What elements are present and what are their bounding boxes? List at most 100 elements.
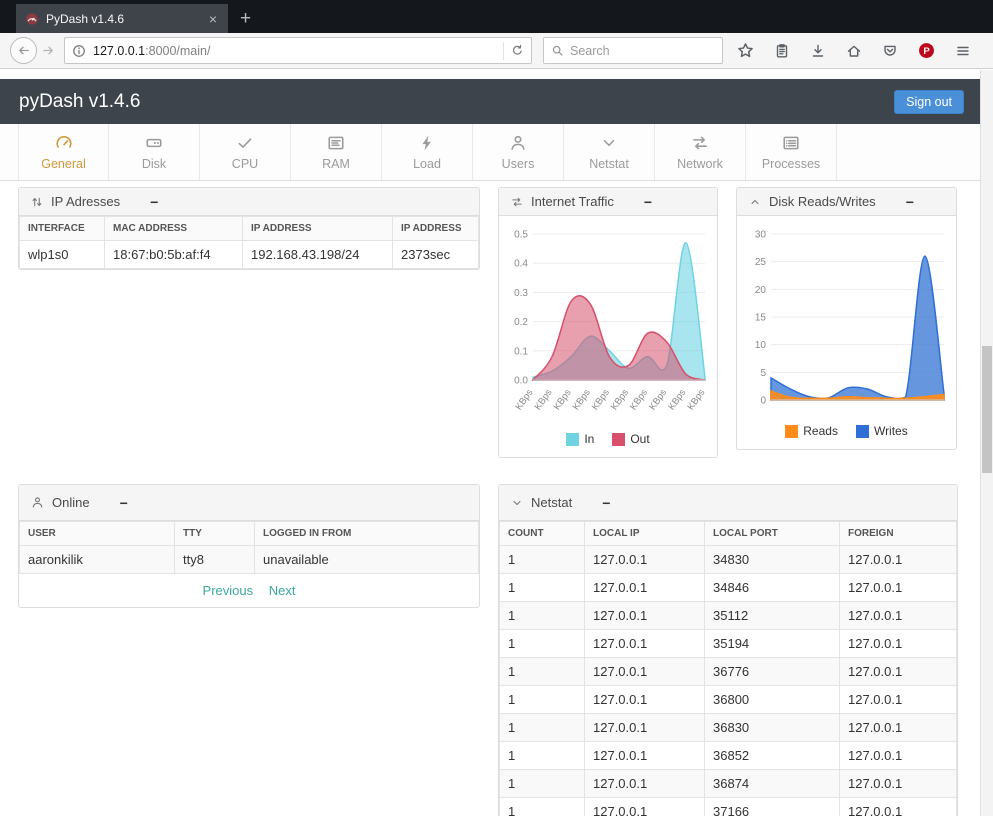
nav-item-network[interactable]: Network bbox=[655, 124, 746, 180]
site-info-icon[interactable] bbox=[72, 44, 86, 58]
legend-item: Reads bbox=[785, 424, 838, 438]
column-header: FOREIGN bbox=[840, 522, 957, 546]
table-cell: 1 bbox=[500, 686, 585, 714]
table-cell: aaronkilik bbox=[20, 546, 175, 574]
legend-swatch-writes bbox=[856, 425, 869, 438]
collapse-button[interactable]: − bbox=[644, 195, 652, 209]
table-cell: 1 bbox=[500, 630, 585, 658]
table-header-row: COUNTLOCAL IPLOCAL PORTFOREIGN bbox=[500, 522, 957, 546]
browser-actions: P bbox=[737, 42, 971, 59]
tab-title: PyDash v1.4.6 bbox=[46, 12, 207, 26]
home-icon[interactable] bbox=[846, 43, 862, 59]
url-bar[interactable]: 127.0.0.1 :8000/main/ bbox=[64, 37, 532, 64]
scrollbar-track[interactable] bbox=[980, 70, 993, 816]
legend-item: Out bbox=[612, 432, 649, 446]
column-header: USER bbox=[20, 522, 175, 546]
nav-item-label: RAM bbox=[322, 157, 350, 171]
next-link[interactable]: Next bbox=[269, 583, 296, 598]
bookmark-star-icon[interactable] bbox=[737, 42, 754, 59]
table-cell: 1 bbox=[500, 574, 585, 602]
table-cell: 127.0.0.1 bbox=[840, 742, 957, 770]
nav-item-ram[interactable]: RAM bbox=[291, 124, 382, 180]
table-cell: 1 bbox=[500, 742, 585, 770]
svg-text:0.5: 0.5 bbox=[514, 230, 528, 241]
menu-icon[interactable] bbox=[955, 43, 971, 59]
table-cell: 127.0.0.1 bbox=[840, 686, 957, 714]
table-header-row: INTERFACEMAC ADDRESSIP ADDRESSIP ADDRESS bbox=[20, 217, 479, 241]
table-cell: 1 bbox=[500, 770, 585, 798]
page-viewport: pyDash v1.4.6 Sign out General Disk CPU … bbox=[0, 70, 980, 816]
svg-text:KBps: KBps bbox=[552, 387, 574, 412]
legend-swatch-in bbox=[566, 433, 579, 446]
nav-item-users[interactable]: Users bbox=[473, 124, 564, 180]
pagination: Previous Next bbox=[19, 574, 479, 607]
reload-icon[interactable] bbox=[503, 42, 524, 60]
nav-item-cpu[interactable]: CPU bbox=[200, 124, 291, 180]
table-cell: 127.0.0.1 bbox=[585, 546, 705, 574]
collapse-button[interactable]: − bbox=[906, 195, 914, 209]
nav-item-processes[interactable]: Processes bbox=[746, 124, 837, 180]
back-button[interactable] bbox=[10, 37, 37, 64]
nav-item-label: Processes bbox=[762, 157, 820, 171]
table-row: 1127.0.0.136776127.0.0.1 bbox=[500, 658, 957, 686]
sort-arrows-icon bbox=[31, 196, 43, 208]
table-cell: 127.0.0.1 bbox=[585, 686, 705, 714]
browser-window: PyDash v1.4.6 × + 127.0.0.1 :8000/main/ bbox=[0, 0, 993, 69]
nav-item-load[interactable]: Load bbox=[382, 124, 473, 180]
disk-chart: 051015202530 bbox=[745, 224, 950, 414]
netstat-panel: Netstat − COUNTLOCAL IPLOCAL PORTFOREIGN… bbox=[498, 484, 958, 816]
nav-item-disk[interactable]: Disk bbox=[109, 124, 200, 180]
panel-heading: Internet Traffic − bbox=[499, 188, 717, 216]
online-users-panel: Online − USERTTYLOGGED IN FROM aaronkili… bbox=[18, 484, 480, 608]
tab-close-icon[interactable]: × bbox=[207, 11, 219, 27]
collapse-button[interactable]: − bbox=[150, 195, 158, 209]
table-row: 1127.0.0.137166127.0.0.1 bbox=[500, 798, 957, 816]
tab-bar: PyDash v1.4.6 × + bbox=[0, 0, 993, 33]
table-row: 1127.0.0.134846127.0.0.1 bbox=[500, 574, 957, 602]
disk-rw-panel: Disk Reads/Writes − 051015202530 Reads bbox=[736, 187, 957, 450]
svg-text:0: 0 bbox=[760, 396, 766, 407]
table-cell: 127.0.0.1 bbox=[585, 602, 705, 630]
nav-item-netstat[interactable]: Netstat bbox=[564, 124, 655, 180]
browser-navbar: 127.0.0.1 :8000/main/ Search bbox=[0, 33, 993, 69]
scrollbar-thumb[interactable] bbox=[982, 346, 992, 473]
search-placeholder: Search bbox=[570, 44, 610, 58]
browser-tab[interactable]: PyDash v1.4.6 × bbox=[16, 4, 228, 33]
netstat-table: COUNTLOCAL IPLOCAL PORTFOREIGN 1127.0.0.… bbox=[499, 521, 957, 816]
legend-swatch-out bbox=[612, 433, 625, 446]
traffic-legend: In Out bbox=[507, 427, 709, 449]
table-row: wlp1s018:67:b0:5b:af:f4192.168.43.198/24… bbox=[20, 241, 479, 269]
table-cell: 1 bbox=[500, 798, 585, 816]
search-input[interactable]: Search bbox=[543, 37, 723, 64]
bookmarks-menu-icon[interactable] bbox=[774, 43, 790, 59]
legend-label: Reads bbox=[803, 424, 838, 438]
svg-text:15: 15 bbox=[755, 313, 767, 324]
pocket-icon[interactable] bbox=[882, 43, 898, 59]
table-cell: 127.0.0.1 bbox=[585, 742, 705, 770]
ip-addresses-panel: IP Adresses − INTERFACEMAC ADDRESSIP ADD… bbox=[18, 187, 480, 270]
sign-out-button[interactable]: Sign out bbox=[894, 90, 964, 114]
table-cell: 18:67:b0:5b:af:f4 bbox=[105, 241, 243, 269]
previous-link[interactable]: Previous bbox=[203, 583, 254, 598]
table-row: 1127.0.0.134830127.0.0.1 bbox=[500, 546, 957, 574]
svg-text:KBps: KBps bbox=[590, 387, 612, 412]
svg-text:25: 25 bbox=[755, 257, 767, 268]
panel-title: Netstat bbox=[531, 495, 572, 510]
pinterest-icon[interactable]: P bbox=[918, 42, 935, 59]
svg-text:0.2: 0.2 bbox=[514, 317, 528, 328]
svg-text:KBps: KBps bbox=[647, 387, 669, 412]
table-cell: wlp1s0 bbox=[20, 241, 105, 269]
new-tab-button[interactable]: + bbox=[240, 9, 251, 28]
collapse-button[interactable]: − bbox=[120, 496, 128, 510]
downloads-icon[interactable] bbox=[810, 43, 826, 59]
table-cell: 192.168.43.198/24 bbox=[243, 241, 393, 269]
table-cell: 127.0.0.1 bbox=[585, 714, 705, 742]
table-row: 1127.0.0.136800127.0.0.1 bbox=[500, 686, 957, 714]
online-table: USERTTYLOGGED IN FROM aaronkiliktty8unav… bbox=[19, 521, 479, 574]
table-cell: 36874 bbox=[705, 770, 840, 798]
nav-item-general[interactable]: General bbox=[18, 124, 109, 180]
collapse-button[interactable]: − bbox=[602, 496, 610, 510]
svg-text:30: 30 bbox=[755, 230, 767, 241]
nav-item-label: Netstat bbox=[589, 157, 629, 171]
forward-button[interactable] bbox=[41, 43, 56, 58]
